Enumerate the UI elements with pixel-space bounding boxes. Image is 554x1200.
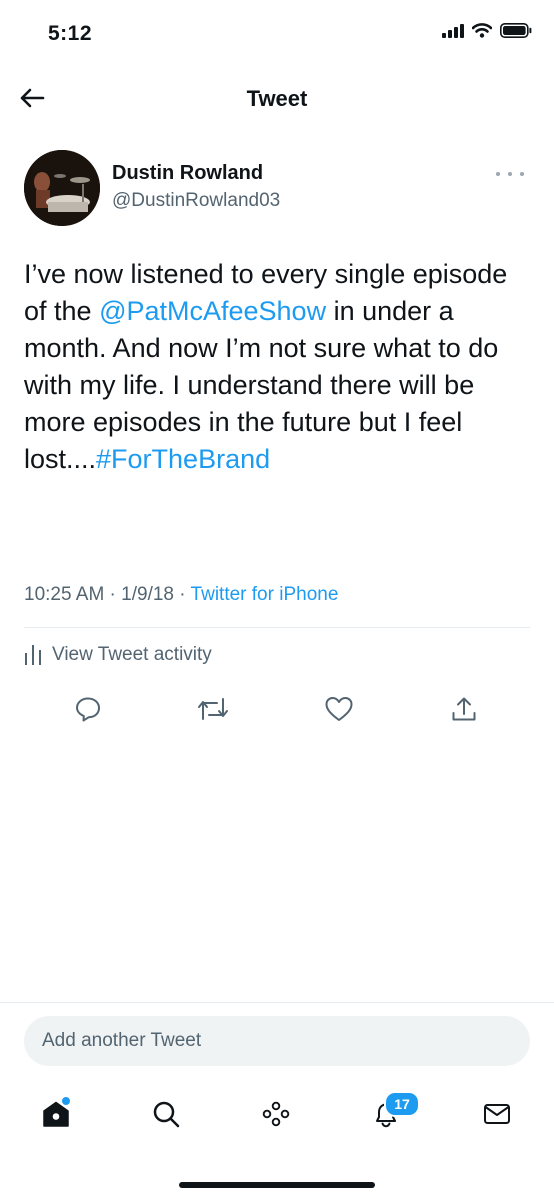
tab-messages[interactable]: [477, 1090, 517, 1138]
home-indicator: [179, 1182, 375, 1188]
reply-button[interactable]: [71, 692, 105, 726]
tweet-text: I’ve now listened to every single episod…: [24, 256, 526, 478]
mention-link[interactable]: @PatMcAfeeShow: [99, 296, 326, 326]
more-icon: [496, 172, 500, 176]
nav-header: Tweet: [0, 64, 554, 132]
notifications-count-badge: 17: [384, 1091, 420, 1117]
messages-icon: [484, 1104, 510, 1124]
tab-spaces[interactable]: [256, 1090, 296, 1138]
signal-icon: [442, 23, 464, 38]
tab-bar: 17: [0, 1090, 554, 1140]
activity-icon: [25, 645, 41, 665]
share-icon: [452, 697, 476, 721]
status-bar: 5:12: [0, 0, 554, 64]
tweet-source-link[interactable]: Twitter for iPhone: [191, 584, 339, 605]
like-button[interactable]: [322, 692, 356, 726]
divider: [0, 1002, 554, 1003]
page-title: Tweet: [246, 86, 308, 111]
meta-separator: ·: [104, 584, 122, 605]
tweet-date: 1/9/18: [121, 584, 174, 605]
divider: [24, 627, 530, 628]
avatar-photo: [24, 150, 100, 226]
add-tweet-input[interactable]: Add another Tweet: [24, 1016, 530, 1066]
tweet-actions: [0, 692, 554, 732]
retweet-button[interactable]: [196, 692, 230, 726]
search-icon: [153, 1101, 180, 1128]
meta-separator: ·: [174, 584, 191, 605]
spaces-icon: [262, 1101, 290, 1127]
status-icons: [442, 23, 532, 38]
view-activity-link[interactable]: View Tweet activity: [24, 644, 212, 666]
tweet-author: Dustin Rowland @DustinRowland03: [24, 150, 530, 226]
hashtag-link[interactable]: #ForTheBrand: [96, 444, 270, 474]
avatar[interactable]: [24, 150, 100, 226]
retweet-icon: [198, 698, 228, 720]
wifi-icon: [472, 23, 492, 38]
like-icon: [325, 697, 353, 721]
tab-notifications[interactable]: 17: [366, 1090, 420, 1138]
more-button[interactable]: [496, 168, 524, 180]
add-tweet-placeholder: Add another Tweet: [42, 1030, 202, 1051]
tab-search[interactable]: [146, 1090, 186, 1138]
status-time: 5:12: [48, 22, 93, 45]
tweet-time: 10:25 AM: [24, 584, 105, 605]
tab-home[interactable]: [36, 1090, 76, 1138]
tweet-meta: 10:25 AM · 1/9/18 · Twitter for iPhone: [24, 584, 338, 606]
activity-label: View Tweet activity: [52, 644, 212, 665]
share-button[interactable]: [447, 692, 481, 726]
author-name[interactable]: Dustin Rowland: [112, 162, 263, 185]
reply-icon: [76, 697, 100, 722]
battery-icon: [500, 23, 532, 38]
author-handle[interactable]: @DustinRowland03: [112, 190, 280, 212]
home-badge-dot: [60, 1095, 72, 1107]
